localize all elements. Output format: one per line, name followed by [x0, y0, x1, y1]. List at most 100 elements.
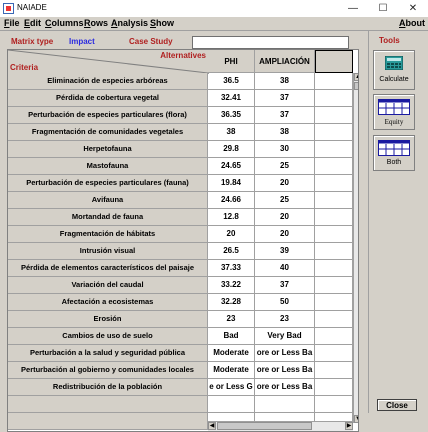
table-row: Perturbación de especies particulares (f… [8, 175, 353, 192]
cell-empty[interactable] [315, 90, 353, 106]
menu-columns[interactable]: Columns [45, 18, 84, 28]
table-row: Herpetofauna 29.8 30 [8, 141, 353, 158]
cell-ampliacion[interactable]: ore or Less Ba [255, 362, 315, 378]
cell-phi[interactable]: 32.41 [208, 90, 255, 106]
cell-ampliacion[interactable]: 25 [255, 192, 315, 208]
vertical-scroll-thumb[interactable] [354, 82, 358, 90]
cell-ampliacion[interactable]: 38 [255, 124, 315, 140]
row-header-criterion: Mastofauna [8, 158, 208, 174]
cell-phi[interactable]: Bad [208, 328, 255, 344]
row-header-criterion: Fragmentación de comunidades vegetales [8, 124, 208, 140]
cell-empty[interactable] [315, 73, 353, 89]
cell-phi[interactable]: e or Less G [208, 379, 255, 395]
cell-phi[interactable]: 32.28 [208, 294, 255, 310]
cell-phi[interactable]: 23 [208, 311, 255, 327]
cell-phi[interactable]: 19.84 [208, 175, 255, 191]
cell-empty[interactable] [315, 328, 353, 344]
scroll-down-arrow-icon[interactable]: ▼ [354, 415, 358, 423]
menu-analysis[interactable]: Analysis [111, 18, 148, 28]
cell-ampliacion[interactable]: 20 [255, 209, 315, 225]
cell-empty[interactable] [315, 107, 353, 123]
cell-ampliacion[interactable]: 37 [255, 90, 315, 106]
cell-phi[interactable]: 20 [208, 226, 255, 242]
close-button[interactable]: Close [377, 399, 417, 411]
calculate-button[interactable]: Calculate [373, 50, 415, 90]
cell-empty[interactable] [315, 260, 353, 276]
both-button[interactable]: Both [373, 135, 415, 171]
menu-show[interactable]: Show [150, 18, 174, 28]
cell-empty[interactable] [315, 379, 353, 395]
menu-about[interactable]: About [399, 18, 425, 28]
cell-empty[interactable] [315, 124, 353, 140]
cell-empty[interactable] [315, 226, 353, 242]
column-header-phi[interactable]: PHI [208, 50, 255, 73]
cell-ampliacion[interactable]: 50 [255, 294, 315, 310]
cell-phi[interactable]: 26.5 [208, 243, 255, 259]
column-header-ampliacion[interactable]: AMPLIACIÓN [255, 50, 315, 73]
cell-phi[interactable]: 12.8 [208, 209, 255, 225]
matrix-type-label: Matrix type [11, 37, 54, 46]
cell-phi[interactable]: 24.66 [208, 192, 255, 208]
cell-phi[interactable]: 29.8 [208, 141, 255, 157]
equity-label: Equity [384, 118, 404, 126]
cell-ampliacion[interactable]: 25 [255, 158, 315, 174]
cell-phi[interactable]: Moderate [208, 345, 255, 361]
cell-empty[interactable] [315, 158, 353, 174]
menu-rows[interactable]: Rows [84, 18, 108, 28]
cell-empty[interactable] [315, 345, 353, 361]
row-header-criterion: Fragmentación de hábitats [8, 226, 208, 242]
row-header-criterion: Perturbación de especies particulares (f… [8, 175, 208, 191]
row-header-criterion: Herpetofauna [8, 141, 208, 157]
table-row: Intrusión visual 26.5 39 [8, 243, 353, 260]
scroll-right-arrow-icon[interactable]: ▶ [345, 422, 353, 430]
menu-file[interactable]: File [4, 18, 20, 28]
cell-ampliacion[interactable]: 39 [255, 243, 315, 259]
cell-empty[interactable] [315, 175, 353, 191]
cell-ampliacion[interactable]: 37 [255, 107, 315, 123]
cell-phi[interactable]: 36.5 [208, 73, 255, 89]
cell-empty[interactable] [315, 243, 353, 259]
maximize-button[interactable]: ☐ [369, 1, 397, 16]
table-row: Perturbación a la salud y seguridad públ… [8, 345, 353, 362]
table-row: Perturbación al gobierno y comunidades l… [8, 362, 353, 379]
equity-button[interactable]: Equity [373, 94, 415, 130]
cell-phi[interactable] [208, 396, 255, 412]
cell-phi[interactable]: 37.33 [208, 260, 255, 276]
cell-empty[interactable] [315, 192, 353, 208]
row-header-criterion: Avifauna [8, 192, 208, 208]
cell-ampliacion[interactable]: 30 [255, 141, 315, 157]
cell-ampliacion[interactable]: 37 [255, 277, 315, 293]
vertical-scrollbar[interactable]: ▲ ▼ [353, 73, 358, 423]
menu-edit[interactable]: Edit [24, 18, 41, 28]
horizontal-scrollbar[interactable]: ◀ ▶ [208, 421, 353, 431]
scroll-left-arrow-icon[interactable]: ◀ [208, 422, 216, 430]
cell-phi[interactable]: 38 [208, 124, 255, 140]
cell-empty[interactable] [315, 141, 353, 157]
close-window-button[interactable]: ✕ [399, 1, 427, 16]
cell-empty[interactable] [315, 277, 353, 293]
cell-ampliacion[interactable]: ore or Less Ba [255, 379, 315, 395]
cell-ampliacion[interactable]: Very Bad [255, 328, 315, 344]
cell-ampliacion[interactable]: 40 [255, 260, 315, 276]
cell-phi[interactable]: Moderate [208, 362, 255, 378]
cell-ampliacion[interactable] [255, 396, 315, 412]
cell-empty[interactable] [315, 396, 353, 412]
cell-ampliacion[interactable]: 20 [255, 226, 315, 242]
horizontal-scroll-thumb[interactable] [217, 422, 312, 430]
cell-empty[interactable] [315, 362, 353, 378]
cell-ampliacion[interactable]: 23 [255, 311, 315, 327]
row-header-criterion: Pérdida de elementos característicos del… [8, 260, 208, 276]
cell-empty[interactable] [315, 311, 353, 327]
cell-ampliacion[interactable]: 38 [255, 73, 315, 89]
cell-phi[interactable]: 33.22 [208, 277, 255, 293]
column-header-empty[interactable] [315, 50, 353, 73]
cell-empty[interactable] [315, 294, 353, 310]
cell-empty[interactable] [315, 209, 353, 225]
minimize-button[interactable]: — [339, 1, 367, 16]
cell-ampliacion[interactable]: ore or Less Ba [255, 345, 315, 361]
scroll-up-arrow-icon[interactable]: ▲ [354, 73, 358, 81]
cell-phi[interactable]: 36.35 [208, 107, 255, 123]
cell-ampliacion[interactable]: 20 [255, 175, 315, 191]
case-study-input[interactable] [192, 36, 349, 49]
cell-phi[interactable]: 24.65 [208, 158, 255, 174]
